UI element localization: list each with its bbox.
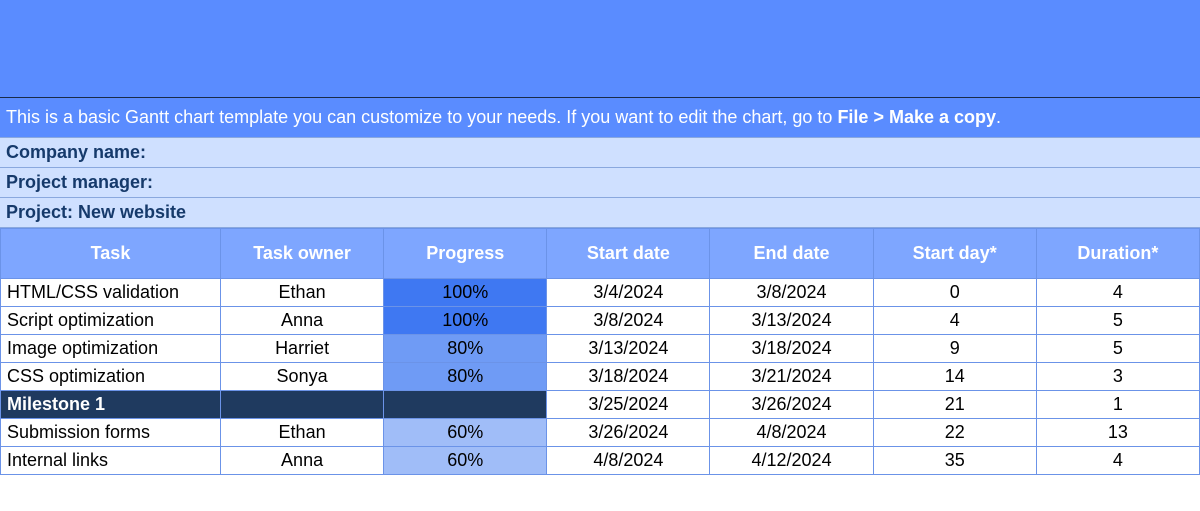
- cell-start-day[interactable]: 0: [873, 279, 1036, 307]
- cell-duration[interactable]: 13: [1036, 419, 1199, 447]
- col-progress: Progress: [384, 229, 547, 279]
- cell-owner[interactable]: Ethan: [221, 419, 384, 447]
- top-banner: [0, 0, 1200, 98]
- cell-task[interactable]: HTML/CSS validation: [1, 279, 221, 307]
- cell-task[interactable]: CSS optimization: [1, 363, 221, 391]
- cell-task[interactable]: Image optimization: [1, 335, 221, 363]
- instruction-text-bold: File > Make a copy: [837, 107, 996, 127]
- col-start-day: Start day*: [873, 229, 1036, 279]
- table-row: HTML/CSS validationEthan100%3/4/20243/8/…: [1, 279, 1200, 307]
- project-row[interactable]: Project: New website: [0, 198, 1200, 228]
- col-owner: Task owner: [221, 229, 384, 279]
- instruction-row: This is a basic Gantt chart template you…: [0, 98, 1200, 138]
- cell-task[interactable]: Milestone 1: [1, 391, 221, 419]
- company-name-row[interactable]: Company name:: [0, 138, 1200, 168]
- cell-duration[interactable]: 1: [1036, 391, 1199, 419]
- cell-owner[interactable]: Sonya: [221, 363, 384, 391]
- table-row: Script optimizationAnna100%3/8/20243/13/…: [1, 307, 1200, 335]
- cell-end[interactable]: 3/13/2024: [710, 307, 873, 335]
- cell-task[interactable]: Internal links: [1, 447, 221, 475]
- cell-duration[interactable]: 5: [1036, 335, 1199, 363]
- cell-owner[interactable]: Harriet: [221, 335, 384, 363]
- col-end: End date: [710, 229, 873, 279]
- table-row: Milestone 1 3/25/20243/26/2024211: [1, 391, 1200, 419]
- cell-end[interactable]: 3/26/2024: [710, 391, 873, 419]
- instruction-text-suffix: .: [996, 107, 1001, 127]
- cell-progress[interactable]: 80%: [384, 363, 547, 391]
- cell-end[interactable]: 3/21/2024: [710, 363, 873, 391]
- cell-start[interactable]: 3/25/2024: [547, 391, 710, 419]
- cell-start-day[interactable]: 21: [873, 391, 1036, 419]
- table-row: CSS optimizationSonya80%3/18/20243/21/20…: [1, 363, 1200, 391]
- table-row: Internal linksAnna60%4/8/20244/12/202435…: [1, 447, 1200, 475]
- cell-task[interactable]: Submission forms: [1, 419, 221, 447]
- cell-start[interactable]: 4/8/2024: [547, 447, 710, 475]
- cell-start-day[interactable]: 22: [873, 419, 1036, 447]
- cell-start[interactable]: 3/4/2024: [547, 279, 710, 307]
- cell-start-day[interactable]: 9: [873, 335, 1036, 363]
- cell-start[interactable]: 3/13/2024: [547, 335, 710, 363]
- col-task: Task: [1, 229, 221, 279]
- cell-duration[interactable]: 5: [1036, 307, 1199, 335]
- cell-progress[interactable]: 100%: [384, 307, 547, 335]
- table-header-row: Task Task owner Progress Start date End …: [1, 229, 1200, 279]
- table-row: Image optimizationHarriet80%3/13/20243/1…: [1, 335, 1200, 363]
- cell-duration[interactable]: 3: [1036, 363, 1199, 391]
- cell-owner[interactable]: [221, 391, 384, 419]
- cell-start[interactable]: 3/8/2024: [547, 307, 710, 335]
- project-manager-row[interactable]: Project manager:: [0, 168, 1200, 198]
- instruction-text-prefix: This is a basic Gantt chart template you…: [6, 107, 837, 127]
- cell-start[interactable]: 3/26/2024: [547, 419, 710, 447]
- cell-end[interactable]: 4/12/2024: [710, 447, 873, 475]
- cell-owner[interactable]: Anna: [221, 307, 384, 335]
- cell-progress[interactable]: 60%: [384, 419, 547, 447]
- cell-start-day[interactable]: 4: [873, 307, 1036, 335]
- cell-end[interactable]: 3/18/2024: [710, 335, 873, 363]
- cell-start[interactable]: 3/18/2024: [547, 363, 710, 391]
- cell-owner[interactable]: Anna: [221, 447, 384, 475]
- cell-owner[interactable]: Ethan: [221, 279, 384, 307]
- cell-start-day[interactable]: 35: [873, 447, 1036, 475]
- table-body: HTML/CSS validationEthan100%3/4/20243/8/…: [1, 279, 1200, 475]
- cell-start-day[interactable]: 14: [873, 363, 1036, 391]
- table-row: Submission formsEthan60%3/26/20244/8/202…: [1, 419, 1200, 447]
- cell-progress[interactable]: 80%: [384, 335, 547, 363]
- cell-progress[interactable]: [384, 391, 547, 419]
- cell-task[interactable]: Script optimization: [1, 307, 221, 335]
- cell-duration[interactable]: 4: [1036, 447, 1199, 475]
- gantt-table: Task Task owner Progress Start date End …: [0, 228, 1200, 475]
- cell-end[interactable]: 4/8/2024: [710, 419, 873, 447]
- cell-end[interactable]: 3/8/2024: [710, 279, 873, 307]
- cell-duration[interactable]: 4: [1036, 279, 1199, 307]
- col-start: Start date: [547, 229, 710, 279]
- col-duration: Duration*: [1036, 229, 1199, 279]
- cell-progress[interactable]: 60%: [384, 447, 547, 475]
- cell-progress[interactable]: 100%: [384, 279, 547, 307]
